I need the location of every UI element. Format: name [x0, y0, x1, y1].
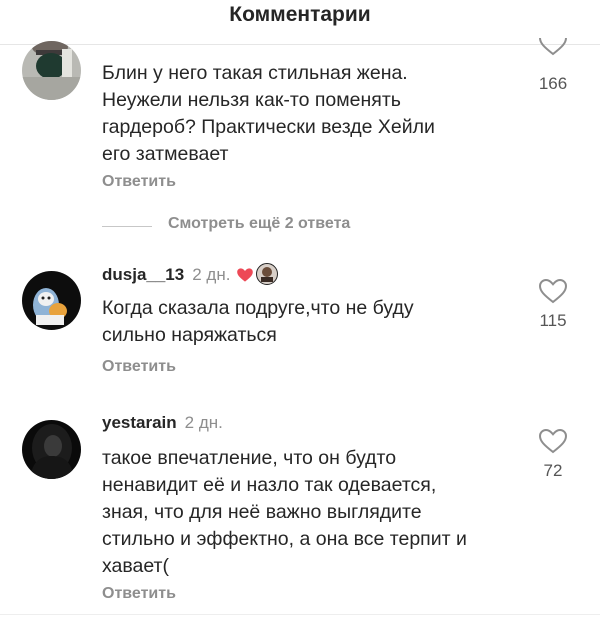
- like-count: 72: [543, 461, 563, 480]
- comment-line: зная, что для неё важно выглядите: [102, 501, 422, 523]
- like-button[interactable]: [538, 428, 568, 454]
- divider-line: [102, 226, 152, 227]
- username[interactable]: dusja__13: [102, 265, 184, 284]
- comment-text: Когда сказала подруге,что не буду сильно…: [102, 295, 414, 349]
- comment-line: такое впечатление, что он будто: [102, 447, 397, 469]
- like-button[interactable]: [538, 278, 568, 304]
- username[interactable]: yestarain: [102, 413, 177, 432]
- heart-outline-icon: [538, 278, 568, 304]
- author-avatar: [256, 263, 279, 290]
- like-count: 115: [539, 311, 567, 330]
- comment-line: его затмевает: [102, 143, 229, 165]
- reply-button[interactable]: Ответить: [102, 173, 176, 191]
- avatar[interactable]: [22, 41, 81, 100]
- timestamp: 2 дн.: [192, 265, 231, 284]
- avatar[interactable]: [22, 271, 81, 330]
- like-count: 166: [538, 74, 568, 93]
- header-divider: [0, 44, 600, 45]
- comment-line: стильно и эффектно, а она все терпит и: [102, 528, 467, 550]
- reply-button[interactable]: Ответить: [102, 585, 176, 603]
- reply-button[interactable]: Ответить: [102, 358, 176, 376]
- divider: [0, 614, 600, 615]
- like-button[interactable]: [538, 38, 568, 62]
- comment-line: Когда сказала подруге,что не буду: [102, 297, 414, 319]
- comment-line: хавает(: [102, 555, 169, 577]
- comment-text: такое впечатление, что он будто ненавиди…: [102, 445, 467, 580]
- heart-outline-icon: [538, 428, 568, 454]
- page-title: Комментарии: [229, 3, 371, 26]
- comment-line: гардероб? Практически везде Хейли: [102, 116, 435, 138]
- avatar[interactable]: [22, 420, 81, 479]
- comment-line: Блин у него такая стильная жена.: [102, 62, 408, 84]
- comment-meta: dusja__13 2 дн.: [102, 263, 279, 290]
- timestamp: 2 дн.: [184, 413, 223, 432]
- comment-text: Блин у него такая стильная жена. Неужели…: [102, 60, 435, 168]
- comment-meta: yestarain 2 дн.: [102, 413, 223, 433]
- heart-filled-icon: [236, 267, 254, 288]
- header: Комментарии: [0, 0, 600, 30]
- view-more-label: Смотреть ещё 2 ответа: [168, 215, 351, 232]
- comment-line: ненавидит её и назло так одевается,: [102, 474, 437, 496]
- comment-line: Неужели нельзя как-то поменять: [102, 89, 401, 111]
- heart-outline-icon: [538, 38, 568, 56]
- comment-line: сильно наряжаться: [102, 324, 277, 346]
